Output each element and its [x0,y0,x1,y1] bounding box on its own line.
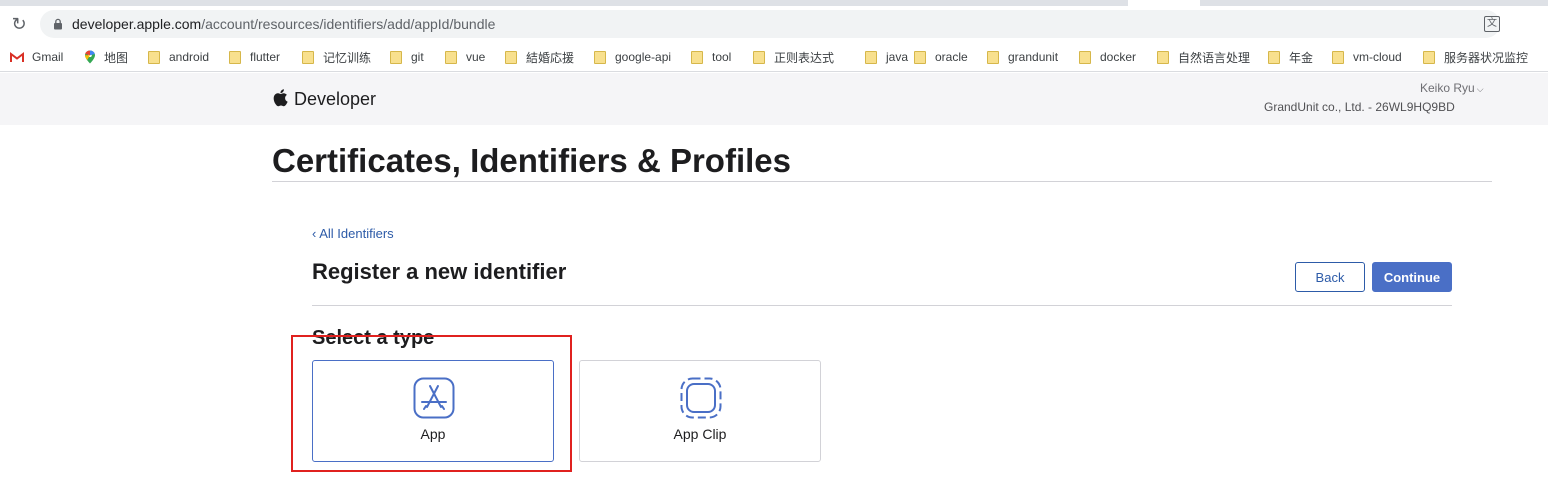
bookmark-item[interactable]: google-api [594,48,671,66]
bookmark-item[interactable]: java [865,48,908,66]
team-name: GrandUnit co., Ltd. - 26WL9HQ9BD [1264,100,1455,114]
bookmark-label: vue [466,50,486,64]
user-name: Keiko Ryu [1420,81,1475,95]
folder-icon [1157,50,1169,64]
page-title: Certificates, Identifiers & Profiles [272,142,791,179]
bookmark-item[interactable]: 地图 [84,48,128,66]
bookmark-item[interactable]: docker [1079,48,1136,66]
apple-logo-icon[interactable] [272,88,288,107]
type-card-label: App [420,426,446,442]
bookmark-label: grandunit [1008,50,1059,64]
folder-icon [390,50,402,64]
bookmark-label: android [169,50,210,64]
folder-icon [987,50,999,64]
folder-icon [1079,50,1091,64]
type-card-app-clip[interactable]: App Clip [579,360,821,462]
bookmark-label: docker [1100,50,1137,64]
app-clip-icon [680,377,722,419]
bookmark-item[interactable]: vm-cloud [1332,48,1402,66]
developer-brand[interactable]: Developer [294,89,376,109]
bookmark-item[interactable]: grandunit [987,48,1058,66]
address-bar[interactable]: developer.apple.com/account/resources/id… [40,10,1500,38]
lock-icon[interactable] [52,18,64,30]
bookmark-item[interactable]: 結婚応援 [505,48,574,66]
bookmark-item[interactable]: oracle [914,48,968,66]
folder-icon [229,50,241,64]
url-host: developer.apple.com [72,16,202,32]
url-path: /account/resources/identifiers/add/appId… [201,16,496,32]
account-menu[interactable]: Keiko Ryu ⌵ [1420,81,1484,96]
bookmark-item[interactable]: tool [691,48,731,66]
select-type-heading: Select a type [312,327,435,349]
folder-icon [753,50,765,64]
folder-icon [302,50,314,64]
folder-icon [865,50,877,64]
bookmark-label: oracle [935,50,968,64]
type-card-label: App Clip [673,426,727,442]
bookmark-label: 結婚応援 [526,50,575,65]
translate-icon[interactable]: 文 [1484,16,1500,32]
folder-icon [148,50,160,64]
folder-icon [505,50,517,64]
bookmark-label: git [411,50,424,64]
folder-icon [691,50,703,64]
gmail-icon [10,51,24,62]
bookmark-item[interactable]: android [148,48,209,66]
developer-header: Developer Keiko Ryu ⌵ GrandUnit co., Ltd.… [0,73,1548,125]
bookmark-label: 记忆训练 [323,50,372,65]
bookmark-label: 正则表达式 [774,50,835,65]
bookmark-item[interactable]: 自然语言处理 [1157,48,1250,66]
bookmark-label: java [886,50,909,64]
folder-icon [1332,50,1344,64]
bookmark-label: vm-cloud [1353,50,1402,64]
app-store-icon [413,377,455,419]
bookmark-item[interactable]: 年金 [1268,48,1313,66]
bookmark-item[interactable]: 记忆训练 [302,48,371,66]
section-title: Register a new identifier [312,259,567,284]
back-button[interactable]: Back [1295,262,1365,292]
bookmark-label: 自然语言处理 [1178,50,1251,65]
bookmark-item[interactable]: Gmail [10,48,63,66]
bookmarks-bar: Gmail 地图 android flutter 记忆训练 git vue 結婚応援 googl… [0,42,1548,72]
title-divider [272,181,1492,182]
folder-icon [1268,50,1280,64]
bookmark-item[interactable]: 服务器状况监控 [1423,48,1528,66]
folder-icon [914,50,926,64]
bookmark-item[interactable]: vue [445,48,485,66]
reload-icon[interactable]: ↻ [8,13,30,35]
all-identifiers-link[interactable]: ‹ All Identifiers [312,226,394,241]
type-card-app[interactable]: App [312,360,554,462]
bookmark-label: Gmail [32,50,64,64]
bookmark-label: 服务器状况监控 [1444,50,1529,65]
folder-icon [445,50,457,64]
bookmark-item[interactable]: git [390,48,424,66]
bookmark-item[interactable]: 正则表达式 [753,48,834,66]
section-divider [312,305,1452,306]
bookmark-label: 地图 [104,50,129,65]
bookmark-item[interactable]: flutter [229,48,280,66]
bookmark-label: flutter [250,50,281,64]
continue-button[interactable]: Continue [1372,262,1452,292]
bookmark-label: 年金 [1289,50,1314,65]
bookmark-label: tool [712,50,732,64]
browser-toolbar: ↻ developer.apple.com/account/resources/… [0,6,1548,42]
bookmark-label: google-api [615,50,672,64]
maps-icon [85,50,95,64]
chevron-down-icon: ⌵ [1476,84,1484,94]
folder-icon [594,50,606,64]
folder-icon [1423,50,1435,64]
url-text[interactable]: developer.apple.com/account/resources/id… [72,16,495,32]
